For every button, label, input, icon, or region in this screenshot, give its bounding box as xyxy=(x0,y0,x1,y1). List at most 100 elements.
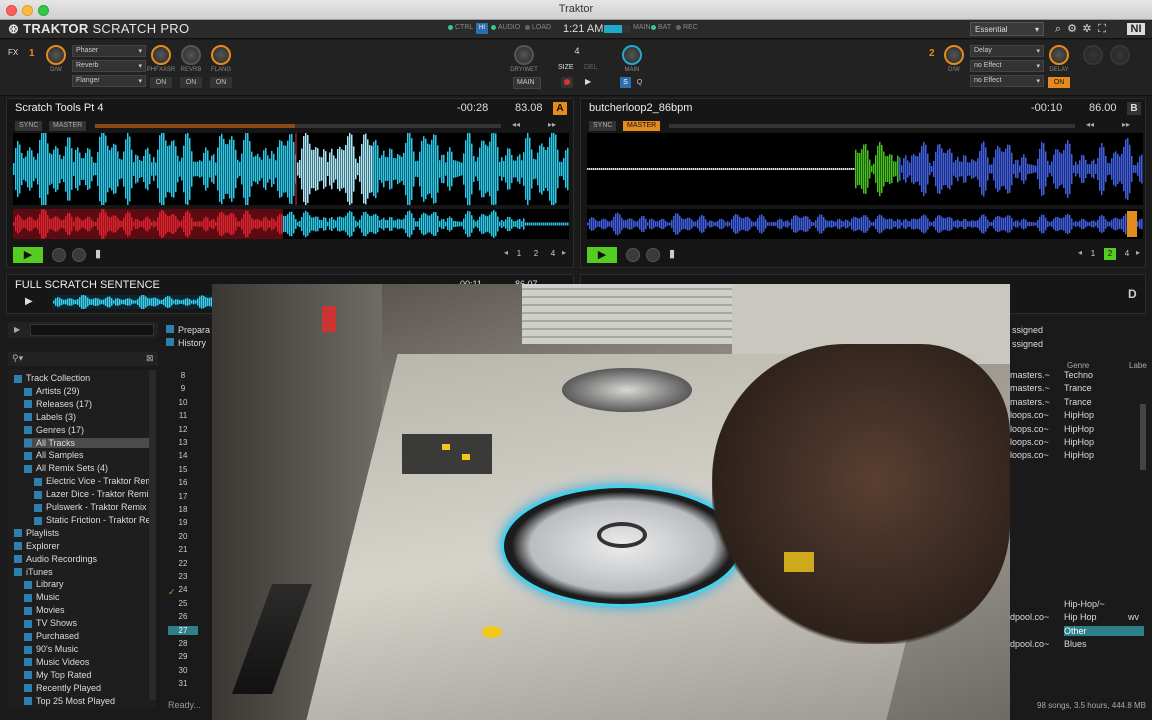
track-genre[interactable]: HipHop xyxy=(1064,450,1144,460)
deck-a-loop-2[interactable]: 2 xyxy=(530,248,542,260)
deck-a-pause-icon[interactable]: ▮ xyxy=(95,247,101,260)
tree-item[interactable]: 90's Music xyxy=(24,644,152,654)
reverb-knob[interactable] xyxy=(181,45,201,65)
deck-a-loop-prev-icon[interactable]: ◂ xyxy=(504,248,508,257)
fx2-drywet-knob[interactable] xyxy=(944,45,964,65)
reverb-on-button[interactable]: ON xyxy=(180,77,202,88)
record-button[interactable] xyxy=(561,77,573,88)
tree-item[interactable]: All Samples xyxy=(24,450,152,460)
track-genre[interactable]: Other xyxy=(1064,625,1144,636)
deck-b-loop-4[interactable]: 4 xyxy=(1121,248,1133,260)
tree-item[interactable]: iTunes xyxy=(14,567,152,577)
tree-item[interactable]: Electric Vice - Traktor Rem xyxy=(34,476,153,486)
fx2-knob-2[interactable] xyxy=(1083,45,1103,65)
main-volume-knob[interactable] xyxy=(622,45,642,65)
preferences-icon[interactable]: ✲ xyxy=(1081,23,1093,35)
tree-item[interactable]: TV Shows xyxy=(24,618,152,628)
track-row-number[interactable]: 9 xyxy=(168,384,198,393)
deck-a-play-button[interactable]: ▶ xyxy=(13,247,43,263)
preview-play-icon[interactable]: ▶ xyxy=(14,325,20,334)
track-row-number[interactable]: 12 xyxy=(168,425,198,434)
fx2-effect-select-3[interactable]: no Effect ▾ xyxy=(970,75,1044,87)
track-row-number[interactable]: 11 xyxy=(168,411,198,420)
deck-b-nudge-back-icon[interactable]: ◂◂ xyxy=(1086,120,1094,129)
tree-item[interactable]: All Tracks xyxy=(24,437,152,448)
tree-item[interactable]: Lazer Dice - Traktor Remix xyxy=(34,489,153,499)
flanger-knob[interactable] xyxy=(211,45,231,65)
deck-b-master-button[interactable]: MASTER xyxy=(623,121,661,131)
track-genre[interactable]: Trance xyxy=(1064,383,1144,393)
track-genre[interactable]: HipHop xyxy=(1064,437,1144,447)
phaser-on-button[interactable]: ON xyxy=(150,77,172,88)
deck-b-overview[interactable] xyxy=(587,209,1143,239)
deck-a-nudge-back-icon[interactable]: ◂◂ xyxy=(512,120,520,129)
deck-b-cup-button[interactable] xyxy=(646,248,660,262)
drywet-knob[interactable] xyxy=(514,45,534,65)
tree-item[interactable]: Library xyxy=(24,579,152,589)
fx2-knob-3[interactable] xyxy=(1110,45,1130,65)
deck-b-loop-1[interactable]: 1 xyxy=(1087,248,1099,260)
deck-a-cup-button[interactable] xyxy=(72,248,86,262)
settings-icon[interactable]: ⚙ xyxy=(1066,23,1078,35)
tree-item[interactable]: Explorer xyxy=(14,541,152,551)
track-genre[interactable]: Blues xyxy=(1064,639,1144,649)
deck-b-waveform[interactable] xyxy=(587,133,1143,205)
search-icon[interactable]: ⌕ xyxy=(1052,23,1064,35)
deck-a-cue-button[interactable] xyxy=(52,248,66,262)
tree-item[interactable]: My Top Rated xyxy=(24,670,152,680)
fx2-effect-select-2[interactable]: no Effect ▾ xyxy=(970,60,1044,72)
flanger-on-button[interactable]: ON xyxy=(210,77,232,88)
tree-item[interactable]: Playlists xyxy=(14,528,152,538)
tree-item[interactable]: All Remix Sets (4) xyxy=(24,463,152,473)
fx1-effect-select-2[interactable]: Reverb ▾ xyxy=(72,60,146,72)
fx1-drywet-knob[interactable] xyxy=(46,45,66,65)
tree-item[interactable]: Releases (17) xyxy=(24,399,152,409)
track-row-number[interactable]: 25 xyxy=(168,599,198,608)
delay-on-button[interactable]: ON xyxy=(1048,77,1070,88)
tree-item[interactable]: Music Videos xyxy=(24,657,152,667)
deck-b-cue-button[interactable] xyxy=(626,248,640,262)
track-row-number[interactable]: 8 xyxy=(168,371,198,380)
deck-b-loop-next-icon[interactable]: ▸ xyxy=(1136,248,1140,257)
tree-scrollbar[interactable] xyxy=(149,370,156,700)
fx1-effect-select-1[interactable]: Phaser ▾ xyxy=(72,45,146,57)
layout-select[interactable]: Essential ▾ xyxy=(970,22,1044,36)
track-genre[interactable]: Trance xyxy=(1064,397,1144,407)
track-row-number[interactable]: 10 xyxy=(168,398,198,407)
favorite-preparation[interactable]: Prepara xyxy=(166,325,210,335)
tree-item[interactable]: Genres (17) xyxy=(24,425,152,435)
favorite-history[interactable]: History xyxy=(166,338,206,348)
track-row-number[interactable]: 27 xyxy=(168,625,198,635)
main-output-select[interactable]: MAIN xyxy=(513,77,541,89)
fx2-effect-select-1[interactable]: Delay ▾ xyxy=(970,45,1044,57)
track-row-number[interactable]: 21 xyxy=(168,545,198,554)
tree-item[interactable]: Labels (3) xyxy=(24,412,152,422)
deck-c-waveform[interactable] xyxy=(53,295,213,309)
deck-b-sync-button[interactable]: SYNC xyxy=(589,121,617,131)
deck-a-master-button[interactable]: MASTER xyxy=(49,121,87,131)
track-list-scrollbar[interactable] xyxy=(1140,404,1146,470)
track-row-number[interactable]: 28 xyxy=(168,639,198,648)
track-row-number[interactable]: 31 xyxy=(168,679,198,688)
tree-item[interactable]: Recently Played xyxy=(24,683,152,693)
track-row-number[interactable]: 23 xyxy=(168,572,198,581)
deck-b-play-button[interactable]: ▶ xyxy=(587,247,617,263)
tree-item[interactable]: Top 25 Most Played xyxy=(24,696,152,706)
play-recording-icon[interactable]: ▶ xyxy=(585,77,591,86)
phaser-knob[interactable] xyxy=(151,45,171,65)
deck-a-loop-next-icon[interactable]: ▸ xyxy=(562,248,566,257)
track-row-number[interactable]: 14 xyxy=(168,451,198,460)
deck-a-loop-1[interactable]: 1 xyxy=(513,248,525,260)
track-row-number[interactable]: 22 xyxy=(168,559,198,568)
track-row-number[interactable]: 16 xyxy=(168,478,198,487)
deck-a-sync-button[interactable]: SYNC xyxy=(15,121,43,131)
track-row-number[interactable]: 13 xyxy=(168,438,198,447)
track-row-number[interactable]: 30 xyxy=(168,666,198,675)
track-row-number[interactable]: 29 xyxy=(168,652,198,661)
track-row-number[interactable]: 15 xyxy=(168,465,198,474)
track-row-number[interactable]: 20 xyxy=(168,532,198,541)
track-genre[interactable]: HipHop xyxy=(1064,410,1144,420)
deck-c-play-icon[interactable]: ▶ xyxy=(25,296,33,307)
track-row-number[interactable]: 17 xyxy=(168,492,198,501)
track-row-number[interactable]: 18 xyxy=(168,505,198,514)
